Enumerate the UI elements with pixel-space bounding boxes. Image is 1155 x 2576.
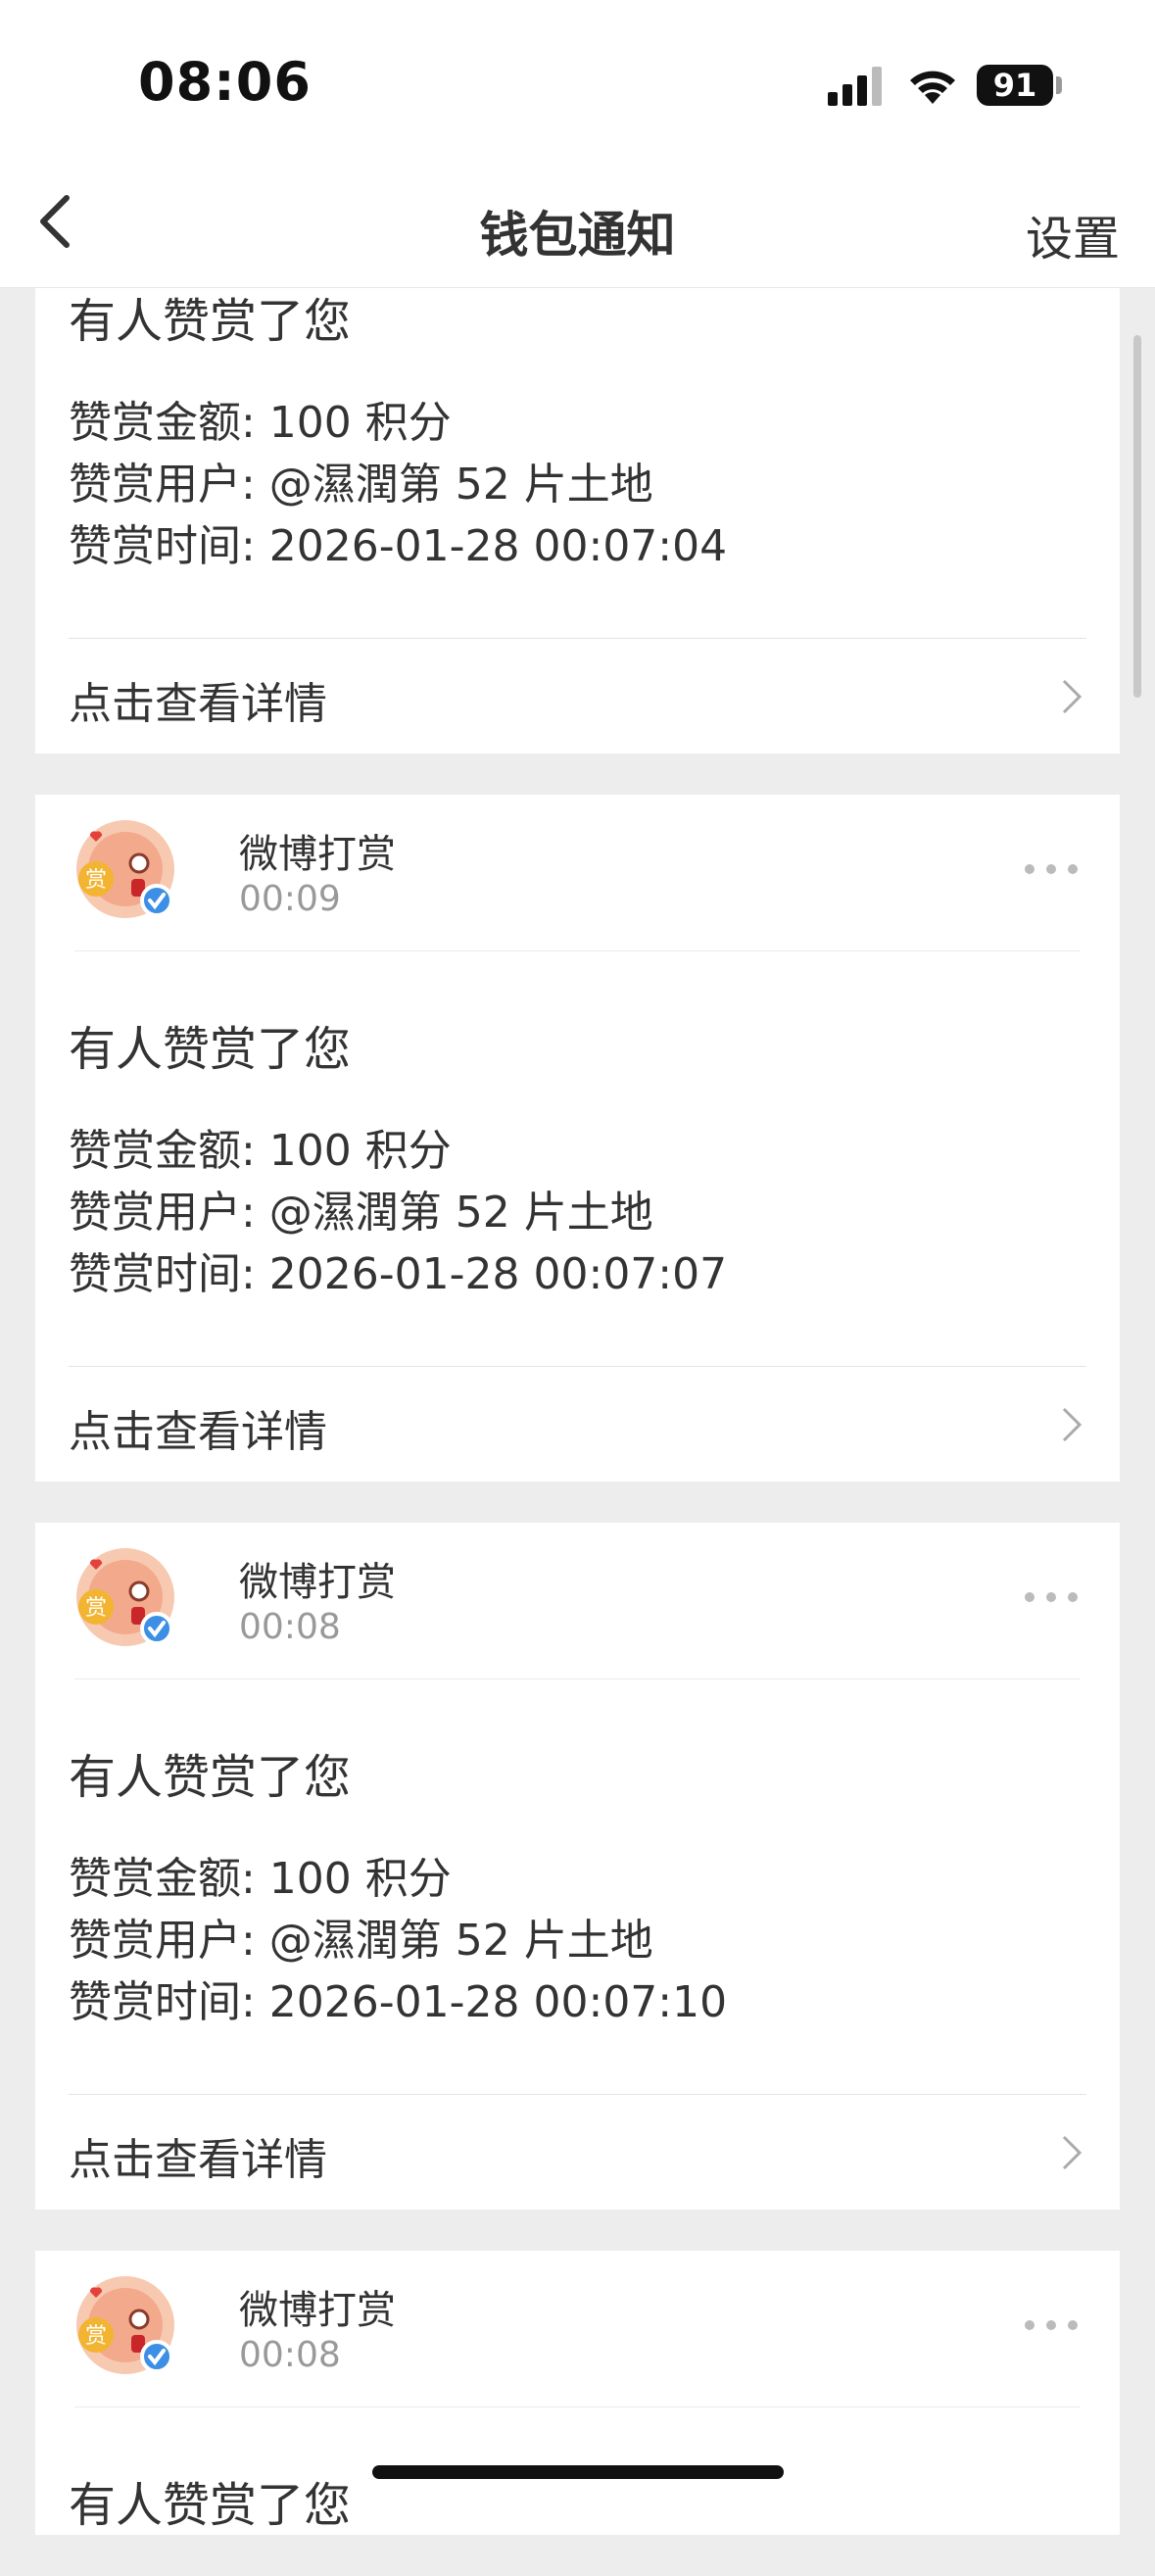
reward-user: 赞赏用户: @濕潤第 52 片土地 bbox=[69, 1188, 653, 1238]
notification-card: 赏 微博打赏 00:09 有人赞赏了您 赞赏金额: 100 积分 赞赏用户: @… bbox=[35, 795, 1120, 1482]
reward-time: 赞赏时间: 2026-01-28 00:07:07 bbox=[69, 1249, 728, 1299]
card-header: 赏 微博打赏 00:09 bbox=[74, 795, 1081, 951]
battery-tip bbox=[1056, 76, 1062, 94]
card-headline: 有人赞赏了您 bbox=[69, 1022, 352, 1077]
notification-card: 赏 微博打赏 00:08 有人赞赏了您 bbox=[35, 2251, 1120, 2535]
view-details-label: 点击查看详情 bbox=[69, 1407, 327, 1457]
avatar[interactable]: 赏 bbox=[74, 818, 176, 920]
wifi-icon bbox=[910, 71, 955, 104]
reward-time: 赞赏时间: 2026-01-28 00:07:04 bbox=[69, 521, 728, 571]
more-dots-icon[interactable] bbox=[1022, 1578, 1081, 1617]
settings-button[interactable]: 设置 bbox=[1026, 200, 1120, 268]
sender-name[interactable]: 微博打赏 bbox=[239, 2278, 396, 2335]
notification-card: 有人赞赏了您 赞赏金额: 100 积分 赞赏用户: @濕潤第 52 片土地 赞赏… bbox=[35, 282, 1120, 753]
avatar[interactable]: 赏 bbox=[74, 1546, 176, 1648]
notification-card: 赏 微博打赏 00:08 有人赞赏了您 赞赏金额: 100 积分 赞赏用户: @… bbox=[35, 1523, 1120, 2210]
chevron-right-icon bbox=[1062, 2135, 1083, 2170]
avatar-badge-text: 赏 bbox=[85, 2324, 107, 2349]
avatar-badge-text: 赏 bbox=[85, 1596, 107, 1621]
card-headline: 有人赞赏了您 bbox=[69, 294, 352, 349]
sender-name[interactable]: 微博打赏 bbox=[239, 822, 396, 879]
reward-user: 赞赏用户: @濕潤第 52 片土地 bbox=[69, 1916, 653, 1966]
sender-name[interactable]: 微博打赏 bbox=[239, 1550, 396, 1607]
reward-amount: 赞赏金额: 100 积分 bbox=[69, 1854, 452, 1904]
reward-user: 赞赏用户: @濕潤第 52 片土地 bbox=[69, 460, 653, 510]
view-details-row[interactable]: 点击查看详情 bbox=[69, 1366, 1086, 1482]
home-indicator[interactable] bbox=[372, 2465, 784, 2479]
timestamp: 00:08 bbox=[239, 2335, 341, 2375]
signal-icon bbox=[828, 67, 882, 106]
reward-time: 赞赏时间: 2026-01-28 00:07:10 bbox=[69, 1977, 728, 2027]
status-time: 08:06 bbox=[138, 51, 312, 113]
timestamp: 00:09 bbox=[239, 879, 341, 919]
card-headline: 有人赞赏了您 bbox=[69, 1750, 352, 1805]
view-details-row[interactable]: 点击查看详情 bbox=[69, 638, 1086, 753]
card-details: 赞赏金额: 100 积分 赞赏用户: @濕潤第 52 片土地 赞赏时间: 202… bbox=[35, 1807, 1120, 2094]
view-details-label: 点击查看详情 bbox=[69, 679, 327, 729]
more-dots-icon[interactable] bbox=[1022, 2306, 1081, 2345]
scrollbar[interactable] bbox=[1133, 335, 1141, 698]
battery-indicator: 91 bbox=[977, 65, 1053, 106]
view-details-label: 点击查看详情 bbox=[69, 2135, 327, 2185]
reward-amount: 赞赏金额: 100 积分 bbox=[69, 398, 452, 448]
reward-amount: 赞赏金额: 100 积分 bbox=[69, 1126, 452, 1176]
view-details-row[interactable]: 点击查看详情 bbox=[69, 2094, 1086, 2210]
notification-feed: 有人赞赏了您 赞赏金额: 100 积分 赞赏用户: @濕潤第 52 片土地 赞赏… bbox=[35, 282, 1120, 2576]
avatar[interactable]: 赏 bbox=[74, 2274, 176, 2376]
page-title: 钱包通知 bbox=[479, 207, 676, 264]
more-dots-icon[interactable] bbox=[1022, 850, 1081, 889]
card-details: 赞赏金额: 100 积分 赞赏用户: @濕潤第 52 片土地 赞赏时间: 202… bbox=[35, 351, 1120, 638]
nav-bar: 钱包通知 设置 bbox=[0, 157, 1155, 288]
card-details: 赞赏金额: 100 积分 赞赏用户: @濕潤第 52 片土地 赞赏时间: 202… bbox=[35, 1079, 1120, 1366]
card-header: 赏 微博打赏 00:08 bbox=[74, 1523, 1081, 1679]
avatar-badge-text: 赏 bbox=[85, 868, 107, 893]
timestamp: 00:08 bbox=[239, 1607, 341, 1647]
status-bar: 08:06 91 bbox=[0, 0, 1155, 157]
card-header: 赏 微博打赏 00:08 bbox=[74, 2251, 1081, 2407]
chevron-right-icon bbox=[1062, 1407, 1083, 1442]
chevron-right-icon bbox=[1062, 679, 1083, 714]
